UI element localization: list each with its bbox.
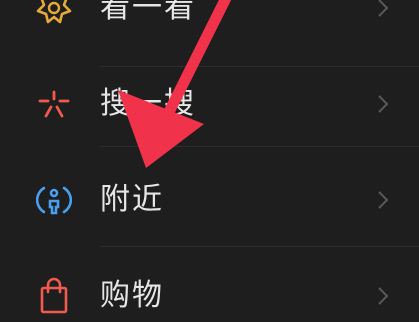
menu-item-label: 附近: [100, 182, 164, 217]
chevron-right-icon: [378, 95, 389, 113]
chevron-right-icon: [378, 191, 389, 209]
divider: [100, 66, 419, 67]
divider: [100, 146, 419, 147]
kan-yi-kan-icon: [34, 0, 74, 28]
menu-item-label: 购物: [100, 278, 164, 313]
sou-yi-sou-icon: [34, 84, 74, 124]
menu-item-shopping[interactable]: 购物: [0, 262, 419, 322]
chevron-right-icon: [378, 287, 389, 305]
menu-item-label: 看一看: [100, 0, 196, 25]
menu-item-sou-yi-sou[interactable]: 搜一搜: [0, 70, 419, 138]
chevron-right-icon: [378, 0, 389, 17]
discover-screen: 看一看 搜一搜 附近 购物: [0, 0, 419, 322]
menu-item-nearby[interactable]: 附近: [0, 166, 419, 234]
menu-item-kan-yi-kan[interactable]: 看一看: [0, 0, 419, 42]
nearby-icon: [34, 180, 74, 220]
shopping-bag-icon: [34, 276, 74, 316]
divider: [100, 246, 419, 247]
menu-item-label: 搜一搜: [100, 86, 196, 121]
